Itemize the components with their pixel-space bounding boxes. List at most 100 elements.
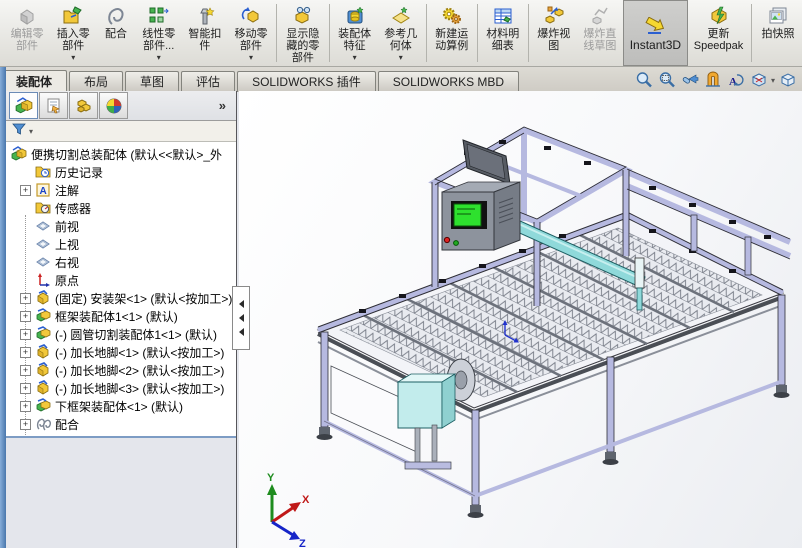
explode-line-sketch-label: 爆炸直 线草图: [583, 28, 617, 52]
propertymanager-tab[interactable]: [39, 92, 68, 119]
subassembly-icon: [35, 308, 51, 324]
tree-item-assembly-root[interactable]: 便携切割总装配体 (默认<<默认>_外: [6, 145, 236, 163]
svg-text:A: A: [40, 186, 47, 197]
take-snapshot-icon: [767, 4, 789, 28]
tab-solidworks-mbd[interactable]: SOLIDWORKS MBD: [377, 71, 520, 92]
tree-item-extended-foot-1[interactable]: + (-) 加长地脚<1> (默认<按加工>): [6, 343, 236, 361]
edit-component-button[interactable]: 编辑零 部件: [4, 0, 50, 66]
mate-button[interactable]: 配合: [96, 0, 135, 66]
move-component-button[interactable]: 移动零 部件 ▾: [228, 0, 274, 66]
take-snapshot-button[interactable]: 拍快照: [754, 0, 802, 66]
expand-toggle[interactable]: +: [20, 364, 31, 376]
tab-evaluate[interactable]: 评估: [181, 71, 236, 92]
bill-of-materials-button[interactable]: 材料明 细表: [480, 0, 526, 66]
tree-item-right-plane[interactable]: 右视: [6, 253, 236, 271]
update-speedpak-icon: [708, 4, 730, 28]
show-hidden-components-icon: [292, 4, 314, 28]
dropdown-caret-icon[interactable]: ▾: [249, 53, 253, 62]
expand-toggle[interactable]: +: [20, 292, 31, 304]
expand-toggle[interactable]: +: [20, 328, 31, 340]
reference-geometry-label: 参考几 何体: [384, 28, 418, 52]
insert-component-label: 插入零 部件: [56, 28, 90, 52]
panel-overflow-chevron[interactable]: »: [219, 98, 226, 113]
move-component-icon: [240, 4, 262, 28]
svg-text:Y: Y: [267, 472, 275, 484]
view-triad: Y X Z: [267, 472, 310, 548]
smart-fastener-label: 智能扣 件: [188, 28, 222, 52]
sensors-icon: [35, 200, 51, 216]
subassembly-icon: [35, 326, 51, 342]
flyout-left-arrow-icon: [238, 314, 244, 322]
part-icon: [35, 290, 51, 306]
expand-toggle[interactable]: +: [20, 346, 31, 358]
tree-item-origin[interactable]: 原点: [6, 271, 236, 289]
expand-toggle[interactable]: +: [20, 310, 31, 322]
view-orientation-icon[interactable]: [747, 70, 770, 90]
rotate-view-icon[interactable]: A: [724, 70, 747, 90]
exploded-view-icon: [543, 4, 565, 28]
linear-pattern-button[interactable]: 线性零 部件... ▾: [136, 0, 182, 66]
mates-icon: [35, 416, 51, 432]
new-motion-study-button[interactable]: 新建运 动算例: [429, 0, 475, 66]
tree-item-top-plane[interactable]: 上视: [6, 235, 236, 253]
graphics-viewport[interactable]: Y X Z: [239, 91, 802, 548]
display-style-icon[interactable]: [776, 70, 799, 90]
expand-toggle[interactable]: +: [20, 400, 31, 412]
exploded-view-button[interactable]: 爆炸视 图: [531, 0, 577, 66]
toolbar-separator: [751, 4, 753, 62]
dropdown-caret-icon[interactable]: ▾: [353, 53, 357, 62]
expand-toggle[interactable]: +: [20, 382, 31, 394]
panel-header: »: [6, 91, 236, 121]
tree-item-front-plane[interactable]: 前视: [6, 217, 236, 235]
tree-item-pipe-cutting-assembly[interactable]: + (-) 圆管切割装配体1<1> (默认): [6, 325, 236, 343]
view-orientation-caret[interactable]: ▾: [771, 76, 775, 85]
displaymanager-tab[interactable]: [99, 92, 128, 119]
toolbar-separator: [328, 4, 330, 62]
tree-item-annotations[interactable]: + A 注解: [6, 181, 236, 199]
smart-fastener-button[interactable]: 智能扣 件: [182, 0, 228, 66]
tree-flyout-arrows[interactable]: [232, 286, 250, 350]
tab-solidworks-addins[interactable]: SOLIDWORKS 插件: [237, 71, 376, 92]
instant3d-icon: [643, 15, 667, 39]
expand-toggle[interactable]: +: [20, 184, 31, 196]
tab-assembly[interactable]: 装配体: [1, 70, 68, 93]
tree-item-sensors[interactable]: 传感器: [6, 199, 236, 217]
take-snapshot-label: 拍快照: [761, 28, 795, 40]
bill-of-materials-label: 材料明 细表: [486, 28, 520, 52]
filter-caret[interactable]: ▾: [29, 127, 33, 136]
tree-item-extended-foot-2[interactable]: + (-) 加长地脚<2> (默认<按加工>): [6, 361, 236, 379]
update-speedpak-button[interactable]: 更新 Speedpak: [688, 0, 749, 66]
model-red-button: [443, 236, 451, 244]
show-hidden-components-button[interactable]: 显示隐 藏的零 部件: [279, 0, 327, 66]
featuremanager-tree-tab[interactable]: [9, 92, 38, 119]
tree-item-history[interactable]: 历史记录: [6, 163, 236, 181]
tree-item-mounting-frame[interactable]: + (固定) 安装架<1> (默认<按加工>): [6, 289, 236, 307]
filter-funnel-icon[interactable]: [12, 122, 26, 141]
zoom-to-fit-icon[interactable]: [632, 70, 655, 90]
section-view-icon[interactable]: [701, 70, 724, 90]
insert-component-button[interactable]: 插入零 部件 ▾: [50, 0, 96, 66]
reference-geometry-button[interactable]: 参考几 何体 ▾: [378, 0, 424, 66]
tree-item-frame-assembly[interactable]: + 框架装配体1<1> (默认): [6, 307, 236, 325]
dropdown-caret-icon[interactable]: ▾: [399, 53, 403, 62]
model-green-button: [453, 240, 459, 246]
assembly-features-label: 装配体 特征: [338, 28, 372, 52]
origin-icon: [35, 272, 51, 288]
model-control-cabinet[interactable]: [441, 139, 521, 251]
model-canvas[interactable]: Y X Z: [239, 91, 802, 548]
expand-toggle[interactable]: +: [20, 418, 31, 430]
dropdown-caret-icon[interactable]: ▾: [157, 53, 161, 62]
tree-item-extended-foot-3[interactable]: + (-) 加长地脚<3> (默认<按加工>): [6, 379, 236, 397]
zoom-to-area-icon[interactable]: [655, 70, 678, 90]
previous-view-icon[interactable]: [678, 70, 701, 90]
dropdown-caret-icon[interactable]: ▾: [71, 53, 75, 62]
reference-geometry-icon: [390, 4, 412, 28]
tab-layout[interactable]: 布局: [69, 71, 124, 92]
assembly-features-button[interactable]: 装配体 特征 ▾: [332, 0, 378, 66]
tab-sketch[interactable]: 草图: [125, 71, 180, 92]
configurationmanager-tab[interactable]: [69, 92, 98, 119]
instant3d-button[interactable]: Instant3D: [622, 0, 688, 66]
tree-item-mates[interactable]: + 配合: [6, 415, 236, 433]
explode-line-sketch-button[interactable]: 爆炸直 线草图: [577, 0, 623, 66]
tree-item-lower-frame-assembly[interactable]: + 下框架装配体<1> (默认): [6, 397, 236, 415]
